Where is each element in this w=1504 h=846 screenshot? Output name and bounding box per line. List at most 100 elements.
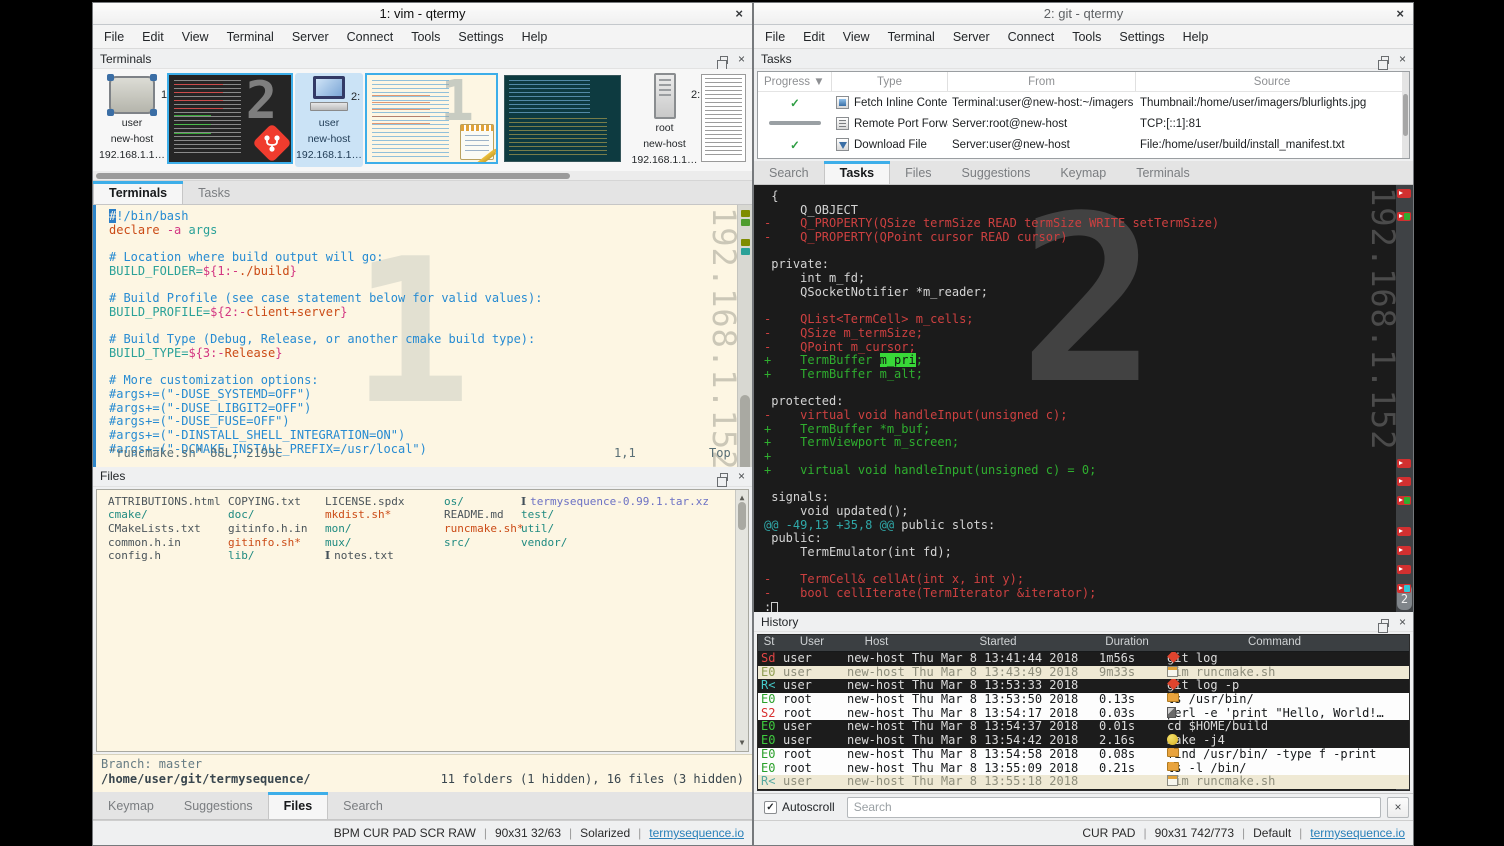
file-item[interactable]: vendor/ xyxy=(521,536,709,550)
file-item[interactable]: config.h xyxy=(108,549,221,563)
terminal-thumbnail[interactable]: 1:usernew-host192.168.1.1… xyxy=(99,73,165,162)
git-terminal[interactable]: 2 192.168.1.152 { Q_OBJECT- Q_PROPERTY(Q… xyxy=(754,185,1413,612)
titlebar-git-window[interactable]: 2: git - qtermy × xyxy=(754,3,1413,25)
scrollbar-thumb[interactable] xyxy=(738,502,746,530)
history-row[interactable]: E0usernew-hostThu Mar 8 13:43:49 20189m3… xyxy=(758,666,1409,680)
menu-view[interactable]: View xyxy=(173,30,218,44)
float-panel-icon[interactable] xyxy=(1381,619,1389,627)
close-panel-icon[interactable]: × xyxy=(1399,616,1406,628)
file-item[interactable]: util/ xyxy=(521,522,709,536)
menu-connect[interactable]: Connect xyxy=(999,30,1064,44)
terminal-thumbnail[interactable]: 2:rootnew-host192.168.1.1… xyxy=(627,73,702,167)
autoscroll-toggle[interactable]: ✓ Autoscroll xyxy=(758,797,841,818)
column-header[interactable]: Started xyxy=(909,636,1087,648)
menu-connect[interactable]: Connect xyxy=(338,30,403,44)
history-row[interactable]: E0rootnew-hostThu Mar 8 13:53:50 20180.1… xyxy=(758,693,1409,707)
tab-keymap[interactable]: Keymap xyxy=(1045,161,1121,184)
scrollbar-thumb[interactable] xyxy=(1403,94,1408,136)
file-item[interactable]: Itermysequence-0.99.1.tar.xz xyxy=(521,495,709,509)
tab-search[interactable]: Search xyxy=(754,161,824,184)
column-header[interactable]: Command xyxy=(1167,636,1382,648)
checkbox-checked-icon[interactable]: ✓ xyxy=(764,801,777,814)
menu-help[interactable]: Help xyxy=(1174,30,1218,44)
history-row[interactable]: E0usernew-hostThu Mar 8 13:54:42 20182.1… xyxy=(758,734,1409,748)
file-item[interactable]: runcmake.sh* xyxy=(444,522,523,536)
menu-view[interactable]: View xyxy=(834,30,879,44)
menu-server[interactable]: Server xyxy=(944,30,999,44)
file-item[interactable]: COPYING.txt xyxy=(228,495,307,509)
menu-server[interactable]: Server xyxy=(283,30,338,44)
terminal-thumbnail[interactable]: 2:usernew-host192.168.1.1… xyxy=(295,73,363,167)
tab-tasks[interactable]: Tasks xyxy=(183,181,245,204)
file-item[interactable]: mux/ xyxy=(325,536,404,550)
menu-file[interactable]: File xyxy=(95,30,133,44)
file-item[interactable]: mon/ xyxy=(325,522,404,536)
tab-search[interactable]: Search xyxy=(328,792,398,819)
menu-terminal[interactable]: Terminal xyxy=(218,30,283,44)
file-item[interactable]: lib/ xyxy=(228,549,307,563)
terminal-thumbnail[interactable]: 2 xyxy=(167,73,293,164)
float-panel-icon[interactable] xyxy=(1381,56,1389,64)
files-scrollbar[interactable]: ▲ ▼ xyxy=(735,490,748,752)
tab-files[interactable]: Files xyxy=(268,792,329,819)
close-panel-icon[interactable]: × xyxy=(738,53,745,65)
history-row[interactable]: R<usernew-hostThu Mar 8 13:53:33 2018git… xyxy=(758,679,1409,693)
menu-help[interactable]: Help xyxy=(513,30,557,44)
menu-file[interactable]: File xyxy=(756,30,794,44)
task-row[interactable]: ✓Download FileServer:user@new-hostFile:/… xyxy=(758,134,1409,155)
menu-edit[interactable]: Edit xyxy=(133,30,173,44)
history-row[interactable]: E0rootnew-hostThu Mar 8 13:55:09 20180.2… xyxy=(758,762,1409,776)
tab-files[interactable]: Files xyxy=(890,161,946,184)
history-row[interactable]: S2rootnew-hostThu Mar 8 13:54:17 20180.0… xyxy=(758,707,1409,721)
file-item[interactable]: common.h.in xyxy=(108,536,221,550)
statusbar-link[interactable]: termysequence.io xyxy=(649,826,744,840)
menu-terminal[interactable]: Terminal xyxy=(879,30,944,44)
tab-suggestions[interactable]: Suggestions xyxy=(169,792,268,819)
close-panel-icon[interactable]: × xyxy=(1399,53,1406,65)
float-panel-icon[interactable] xyxy=(720,56,728,64)
task-row[interactable]: Remote Port ForwardingServer:root@new-ho… xyxy=(758,113,1409,134)
menu-edit[interactable]: Edit xyxy=(794,30,834,44)
thumbnails-scrollbar[interactable] xyxy=(93,171,752,181)
terminal-thumbnail[interactable] xyxy=(701,74,746,162)
file-item[interactable]: test/ xyxy=(521,508,709,522)
scroll-down-icon[interactable]: ▼ xyxy=(736,736,748,750)
history-row[interactable]: E0usernew-hostThu Mar 8 13:54:37 20180.0… xyxy=(758,720,1409,734)
tab-terminals[interactable]: Terminals xyxy=(1121,161,1205,184)
scrollbar-thumb[interactable] xyxy=(740,395,750,467)
close-icon[interactable]: × xyxy=(1396,6,1404,21)
history-row[interactable]: R<usernew-hostThu Mar 8 13:55:18 2018vim… xyxy=(758,775,1409,789)
file-item[interactable]: README.md xyxy=(444,508,523,522)
file-item[interactable]: Inotes.txt xyxy=(325,549,404,563)
history-search-input[interactable] xyxy=(847,797,1381,818)
git-terminal-scrollbar[interactable]: 2 xyxy=(1396,185,1413,612)
tab-terminals[interactable]: Terminals xyxy=(93,181,183,204)
history-row[interactable]: Sdusernew-hostThu Mar 8 13:41:44 20181m5… xyxy=(758,652,1409,666)
column-header[interactable]: Host xyxy=(844,636,909,648)
close-panel-icon[interactable]: × xyxy=(738,470,745,482)
tasks-scrollbar[interactable] xyxy=(1402,72,1409,158)
clear-search-button[interactable]: × xyxy=(1387,797,1409,818)
file-item[interactable]: ATTRIBUTIONS.html xyxy=(108,495,221,509)
close-icon[interactable]: × xyxy=(735,6,743,21)
terminal-thumbnail[interactable]: 1 xyxy=(365,73,498,164)
file-item[interactable]: doc/ xyxy=(228,508,307,522)
tab-tasks[interactable]: Tasks xyxy=(824,161,891,184)
tab-keymap[interactable]: Keymap xyxy=(93,792,169,819)
file-item[interactable]: mkdist.sh* xyxy=(325,508,404,522)
menu-settings[interactable]: Settings xyxy=(1110,30,1173,44)
file-item[interactable]: os/ xyxy=(444,495,523,509)
file-item[interactable]: gitinfo.h.in xyxy=(228,522,307,536)
column-header[interactable]: User xyxy=(780,636,844,648)
file-item[interactable]: gitinfo.sh* xyxy=(228,536,307,550)
file-item[interactable]: src/ xyxy=(444,536,523,550)
file-item[interactable]: cmake/ xyxy=(108,508,221,522)
tab-suggestions[interactable]: Suggestions xyxy=(947,161,1046,184)
vim-scrollbar[interactable]: 1 xyxy=(737,205,752,467)
vim-terminal[interactable]: 1 192.168.1.152 #!/bin/bashdeclare -a ar… xyxy=(93,205,752,467)
menu-tools[interactable]: Tools xyxy=(1063,30,1110,44)
scrollbar-thumb[interactable] xyxy=(96,173,570,179)
terminal-thumbnail[interactable] xyxy=(504,75,621,162)
column-header[interactable]: Source xyxy=(1136,72,1409,91)
column-header[interactable]: Type xyxy=(832,72,948,91)
